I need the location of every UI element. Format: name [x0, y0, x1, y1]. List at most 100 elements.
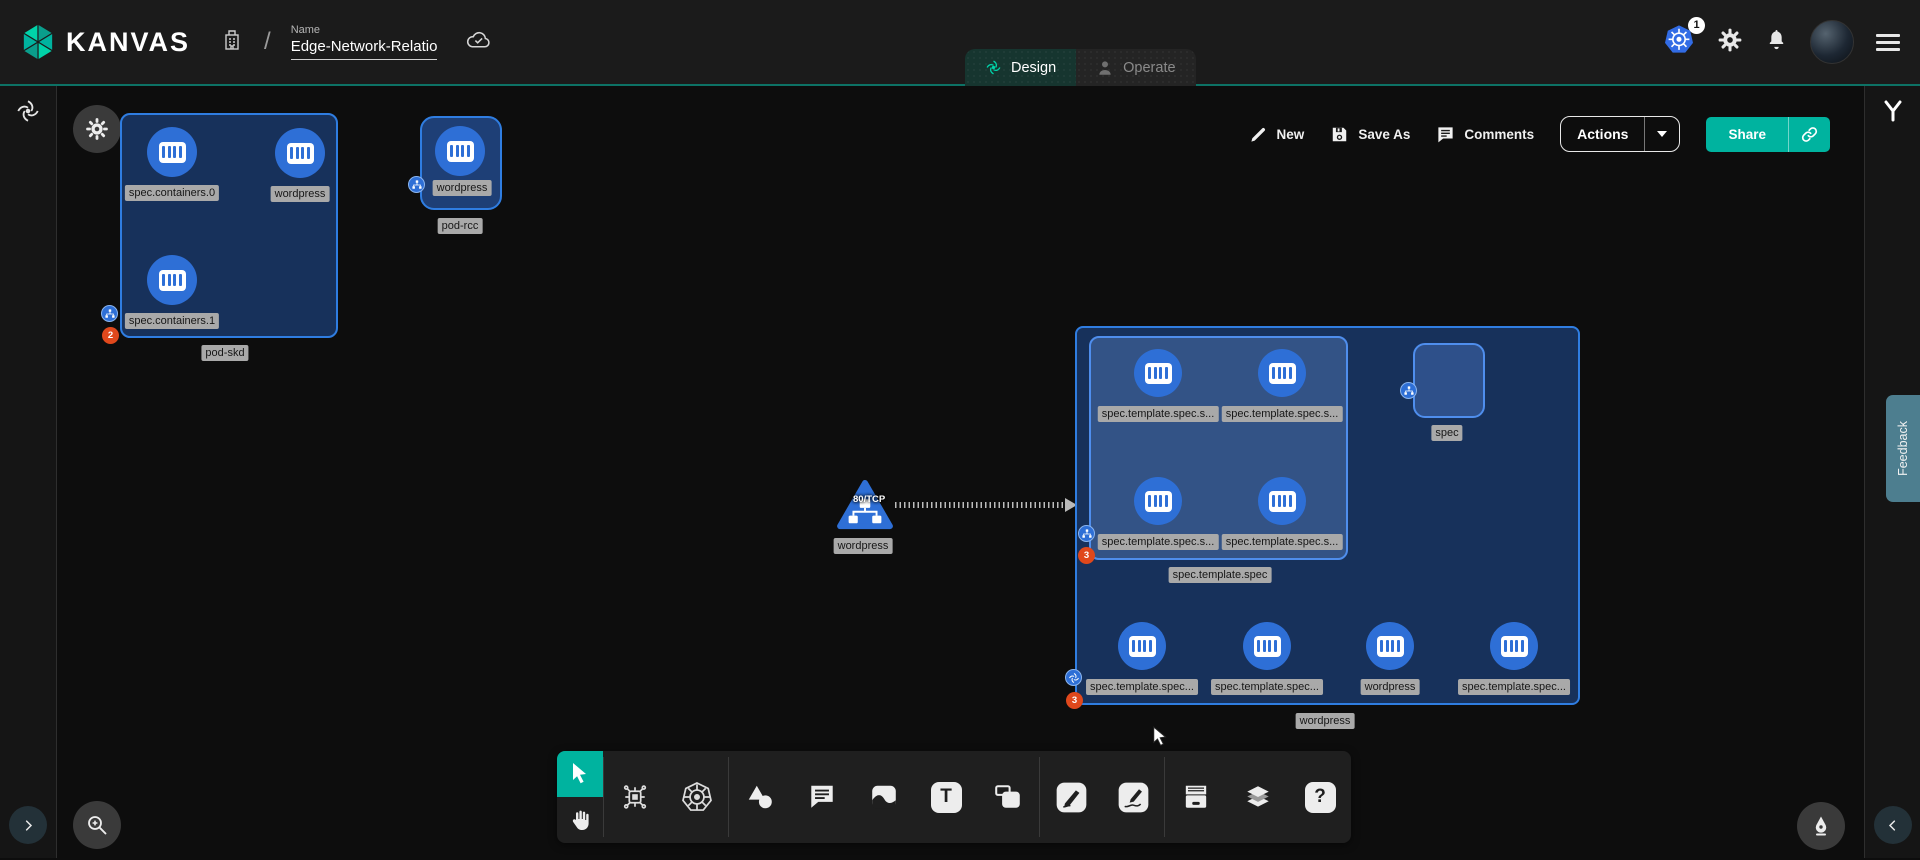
mode-tabs: Design Operate [965, 49, 1196, 86]
container-node-wordpress[interactable] [275, 128, 325, 178]
container-node[interactable] [1243, 622, 1291, 670]
canvas-settings-gear-button[interactable] [73, 105, 121, 153]
node-label: spec.template.spec... [1458, 679, 1570, 695]
hamburger-menu-icon[interactable] [1876, 34, 1900, 51]
caret-down-icon [1657, 131, 1667, 137]
group-pod-rcc[interactable]: wordpress [420, 116, 502, 210]
waypoints-icon[interactable] [1881, 98, 1905, 130]
zoom-search-button[interactable] [73, 801, 121, 849]
select-tool-button[interactable] [557, 751, 603, 797]
hand-icon [568, 808, 592, 832]
user-avatar[interactable] [1810, 20, 1854, 64]
spec-node[interactable] [1413, 343, 1485, 418]
container-node[interactable] [1134, 477, 1182, 525]
container-icon [287, 143, 314, 164]
meshery-spinner-icon [15, 98, 41, 129]
new-button[interactable]: New [1249, 125, 1305, 144]
design-name-input[interactable]: Edge-Network-Relatio [291, 38, 438, 60]
actions-caret-button[interactable] [1644, 117, 1679, 151]
share-button[interactable]: Share [1706, 117, 1830, 152]
comments-button[interactable]: Comments [1436, 125, 1534, 144]
hierarchy-badge-icon[interactable] [1400, 382, 1417, 399]
kubernetes-context-button[interactable]: 1 [1663, 24, 1695, 61]
operate-person-icon [1096, 59, 1114, 77]
tab-operate-label: Operate [1123, 60, 1175, 76]
container-node[interactable] [1490, 622, 1538, 670]
hierarchy-badge-icon[interactable] [1078, 525, 1095, 542]
save-as-button[interactable]: Save As [1330, 125, 1410, 144]
organization-icon[interactable] [220, 27, 244, 58]
actions-dropdown-button[interactable]: Actions [1560, 116, 1680, 152]
node-label: spec.template.spec.s... [1098, 534, 1219, 550]
image-tool-button[interactable] [853, 751, 915, 843]
pencil-tool-button[interactable] [1102, 751, 1164, 843]
service-node-wordpress[interactable] [836, 479, 894, 531]
pan-tool-button[interactable] [557, 797, 603, 843]
save-floppy-icon [1330, 125, 1349, 144]
kanvas-logo[interactable]: KANVAS [20, 22, 190, 62]
group-spec-template-spec[interactable]: spec.template.spec.s... spec.template.sp… [1089, 336, 1348, 560]
chip-icon [619, 781, 651, 813]
layers-tool-button[interactable] [1227, 751, 1289, 843]
container-icon [1129, 636, 1156, 657]
kubernetes-tool-button[interactable] [666, 751, 728, 843]
new-button-label: New [1277, 127, 1305, 142]
container-icon [159, 270, 186, 291]
text-tool-button[interactable]: T [915, 751, 977, 843]
container-node[interactable] [1366, 622, 1414, 670]
share-button-label: Share [1706, 117, 1788, 152]
pen-tool-button[interactable] [1040, 751, 1102, 843]
container-node-spec-containers-0[interactable] [147, 127, 197, 177]
node-label: wordpress [1361, 679, 1420, 695]
text-tool-icon: T [931, 782, 962, 813]
container-icon [1145, 491, 1172, 512]
collapse-right-panel-button[interactable] [1874, 806, 1912, 844]
node-shape-tool-button[interactable] [977, 751, 1039, 843]
annotate-pen-button[interactable] [1797, 802, 1845, 850]
header-bar: KANVAS / Name Edge-Network-Relatio 1 [0, 0, 1920, 86]
feedback-tab[interactable]: Feedback [1886, 395, 1920, 502]
kubernetes-helm-icon [681, 781, 713, 813]
notifications-bell-icon[interactable] [1765, 28, 1788, 56]
expand-left-panel-button[interactable] [9, 806, 47, 844]
group-deployment-wordpress[interactable]: spec.template.spec.s... spec.template.sp… [1075, 326, 1580, 705]
spiral-badge-icon[interactable] [1065, 669, 1082, 686]
pencil-new-icon [1249, 125, 1268, 144]
tab-design-label: Design [1011, 60, 1056, 76]
container-node[interactable] [1134, 349, 1182, 397]
comment-bubble-icon [807, 782, 837, 812]
container-node[interactable] [1118, 622, 1166, 670]
container-node-spec-containers-1[interactable] [147, 255, 197, 305]
container-node[interactable] [1258, 349, 1306, 397]
node-label: spec.containers.0 [125, 185, 219, 201]
shapes-tool-button[interactable] [729, 751, 791, 843]
warning-count-badge[interactable]: 3 [1066, 692, 1083, 709]
comment-tool-button[interactable] [791, 751, 853, 843]
settings-gear-icon[interactable] [1717, 27, 1743, 58]
container-node[interactable] [1258, 477, 1306, 525]
warning-count-badge[interactable]: 3 [1078, 547, 1095, 564]
magnifier-plus-icon [85, 813, 109, 837]
comments-button-label: Comments [1464, 127, 1534, 142]
warning-count-badge[interactable]: 2 [102, 327, 119, 344]
hierarchy-badge-icon[interactable] [408, 176, 425, 193]
shapes-icon [745, 782, 775, 812]
node-label: spec.template.spec.s... [1098, 406, 1219, 422]
archive-tool-button[interactable] [1165, 751, 1227, 843]
network-edge[interactable] [895, 502, 1067, 508]
node-label: spec.template.spec... [1211, 679, 1323, 695]
design-name-field[interactable]: Name Edge-Network-Relatio [291, 24, 438, 60]
hierarchy-badge-icon[interactable] [101, 305, 118, 322]
tab-operate[interactable]: Operate [1076, 49, 1195, 86]
container-node-wordpress[interactable] [435, 126, 485, 176]
copy-link-button[interactable] [1788, 117, 1830, 152]
help-tool-button[interactable]: ? [1289, 751, 1351, 843]
mouse-cursor-icon [1152, 726, 1170, 753]
canvas-action-bar: New Save As Comments Actions Share [1249, 116, 1830, 152]
components-tool-button[interactable] [604, 751, 666, 843]
cursor-arrow-icon [570, 762, 590, 786]
design-canvas[interactable]: New Save As Comments Actions Share [57, 86, 1864, 858]
rectangle-shape-icon [993, 782, 1023, 812]
group-pod-skd[interactable]: spec.containers.0 wordpress spec.contain… [120, 113, 338, 338]
tab-design[interactable]: Design [965, 49, 1076, 86]
